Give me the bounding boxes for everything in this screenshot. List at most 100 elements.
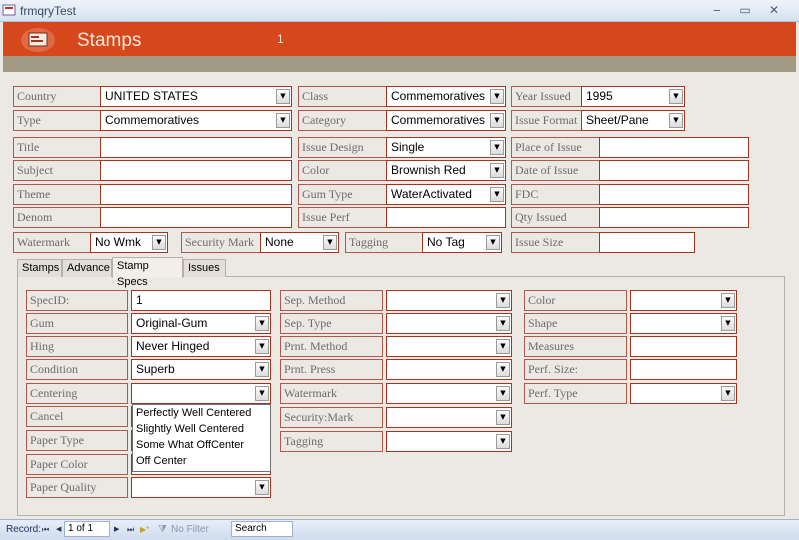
chevron-down-icon[interactable]: ▼ xyxy=(496,386,510,401)
year-issued-select[interactable]: 1995 ▼ xyxy=(581,86,685,107)
filter-icon[interactable]: ⧩ xyxy=(158,522,167,537)
maximize-icon[interactable]: ▭ xyxy=(734,2,756,19)
spec-security-mark-label: Security:Mark xyxy=(280,407,383,428)
chevron-down-icon[interactable]: ▼ xyxy=(255,339,269,354)
chevron-down-icon[interactable]: ▼ xyxy=(490,163,504,178)
dropdown-option[interactable]: Slightly Well Centered xyxy=(133,421,270,437)
type-label: Type xyxy=(13,110,101,131)
tab-stamp-specs[interactable]: Stamp Specs xyxy=(112,257,183,288)
category-select[interactable]: Commemoratives ▼ xyxy=(386,110,506,131)
chevron-down-icon[interactable]: ▼ xyxy=(496,434,510,449)
chevron-down-icon[interactable]: ▼ xyxy=(323,235,337,250)
color-select[interactable]: Brownish Red ▼ xyxy=(386,160,506,181)
issue-size-input[interactable] xyxy=(599,232,695,253)
access-form-icon xyxy=(2,4,16,16)
search-input[interactable]: Search xyxy=(231,521,293,537)
shape-select[interactable]: ▼ xyxy=(630,313,737,334)
chevron-down-icon[interactable]: ▼ xyxy=(255,362,269,377)
prnt-method-select[interactable]: ▼ xyxy=(386,336,512,357)
chevron-down-icon[interactable]: ▼ xyxy=(255,316,269,331)
chevron-down-icon[interactable]: ▼ xyxy=(255,480,269,495)
tab-stamps[interactable]: Stamps xyxy=(17,259,62,277)
chevron-down-icon[interactable]: ▼ xyxy=(496,293,510,308)
denom-label: Denom xyxy=(13,207,101,228)
prnt-press-select[interactable]: ▼ xyxy=(386,359,512,380)
place-of-issue-input[interactable] xyxy=(599,137,749,158)
chevron-down-icon[interactable]: ▼ xyxy=(496,410,510,425)
perf-size-label: Perf. Size: xyxy=(524,359,627,380)
chevron-down-icon[interactable]: ▼ xyxy=(496,362,510,377)
issue-format-select[interactable]: Sheet/Pane ▼ xyxy=(581,110,685,131)
watermark-select[interactable]: No Wmk ▼ xyxy=(90,232,168,253)
previous-record-icon[interactable]: ◀ xyxy=(56,522,61,537)
security-mark-select[interactable]: None ▼ xyxy=(260,232,339,253)
window-title: frmqryTest xyxy=(20,4,77,18)
spec-watermark-select[interactable]: ▼ xyxy=(386,383,512,404)
year-issued-label: Year Issued xyxy=(511,86,582,107)
gum-type-select[interactable]: WaterActivated ▼ xyxy=(386,184,506,205)
tagging-select[interactable]: No Tag ▼ xyxy=(422,232,502,253)
chevron-down-icon[interactable]: ▼ xyxy=(276,89,290,104)
date-of-issue-input[interactable] xyxy=(599,160,749,181)
chevron-down-icon[interactable]: ▼ xyxy=(721,316,735,331)
spec-security-mark-select[interactable]: ▼ xyxy=(386,407,512,428)
qty-issued-input[interactable] xyxy=(599,207,749,228)
new-record-icon[interactable]: ▶* xyxy=(140,522,149,537)
last-record-icon[interactable]: ⏭ xyxy=(127,522,134,537)
chevron-down-icon[interactable]: ▼ xyxy=(721,293,735,308)
chevron-down-icon[interactable]: ▼ xyxy=(721,386,735,401)
condition-select[interactable]: Superb ▼ xyxy=(131,359,271,380)
chevron-down-icon[interactable]: ▼ xyxy=(486,235,500,250)
sep-type-select[interactable]: ▼ xyxy=(386,313,512,334)
close-icon[interactable]: ✕ xyxy=(763,2,785,19)
hing-select[interactable]: Never Hinged ▼ xyxy=(131,336,271,357)
country-select[interactable]: UNITED STATES ▼ xyxy=(100,86,292,107)
tab-advance[interactable]: Advance xyxy=(62,259,112,277)
gum-select[interactable]: Original-Gum ▼ xyxy=(131,313,271,334)
first-record-icon[interactable]: ⏮ xyxy=(42,522,49,537)
type-select[interactable]: Commemoratives ▼ xyxy=(100,110,292,131)
subject-label: Subject xyxy=(13,160,101,181)
issue-design-select[interactable]: Single ▼ xyxy=(386,137,506,158)
record-position-input[interactable]: 1 of 1 xyxy=(64,521,110,537)
spec-id-input[interactable]: 1 xyxy=(131,290,271,311)
denom-input[interactable] xyxy=(100,207,292,228)
issue-format-label: Issue Format xyxy=(511,110,582,131)
sep-method-select[interactable]: ▼ xyxy=(386,290,512,311)
chevron-down-icon[interactable]: ▼ xyxy=(490,140,504,155)
subject-input[interactable] xyxy=(100,160,292,181)
perf-type-select[interactable]: ▼ xyxy=(630,383,737,404)
dropdown-option[interactable]: Perfectly Well Centered xyxy=(133,405,270,421)
class-select[interactable]: Commemoratives ▼ xyxy=(386,86,506,107)
minimize-icon[interactable]: ‒ xyxy=(706,2,728,19)
sep-type-label: Sep. Type xyxy=(280,313,383,334)
chevron-down-icon[interactable]: ▼ xyxy=(255,386,269,401)
title-input[interactable] xyxy=(100,137,292,158)
dropdown-option[interactable]: Some What OffCenter xyxy=(133,437,270,453)
theme-input[interactable] xyxy=(100,184,292,205)
chevron-down-icon[interactable]: ▼ xyxy=(496,316,510,331)
centering-select[interactable]: ▼ xyxy=(131,383,271,404)
chevron-down-icon[interactable]: ▼ xyxy=(496,339,510,354)
chevron-down-icon[interactable]: ▼ xyxy=(152,235,166,250)
centering-dropdown-list[interactable]: Perfectly Well Centered Slightly Well Ce… xyxy=(132,404,271,472)
tab-issues[interactable]: Issues xyxy=(183,259,226,277)
fdc-input[interactable] xyxy=(599,184,749,205)
chevron-down-icon[interactable]: ▼ xyxy=(490,187,504,202)
measures-input[interactable] xyxy=(630,336,737,357)
paper-quality-select[interactable]: ▼ xyxy=(131,477,271,498)
no-filter-indicator[interactable]: No Filter xyxy=(171,522,209,537)
chevron-down-icon[interactable]: ▼ xyxy=(490,89,504,104)
next-record-icon[interactable]: ▶ xyxy=(114,522,119,537)
dropdown-option[interactable]: Off Center xyxy=(133,453,270,469)
chevron-down-icon[interactable]: ▼ xyxy=(276,113,290,128)
chevron-down-icon[interactable]: ▼ xyxy=(669,113,683,128)
chevron-down-icon[interactable]: ▼ xyxy=(490,113,504,128)
chevron-down-icon[interactable]: ▼ xyxy=(669,89,683,104)
spec-color-label: Color xyxy=(524,290,627,311)
spec-tagging-select[interactable]: ▼ xyxy=(386,431,512,452)
spec-color-select[interactable]: ▼ xyxy=(630,290,737,311)
spec-tagging-label: Tagging xyxy=(280,431,383,452)
perf-size-input[interactable] xyxy=(630,359,737,380)
issue-perf-input[interactable] xyxy=(386,207,506,228)
